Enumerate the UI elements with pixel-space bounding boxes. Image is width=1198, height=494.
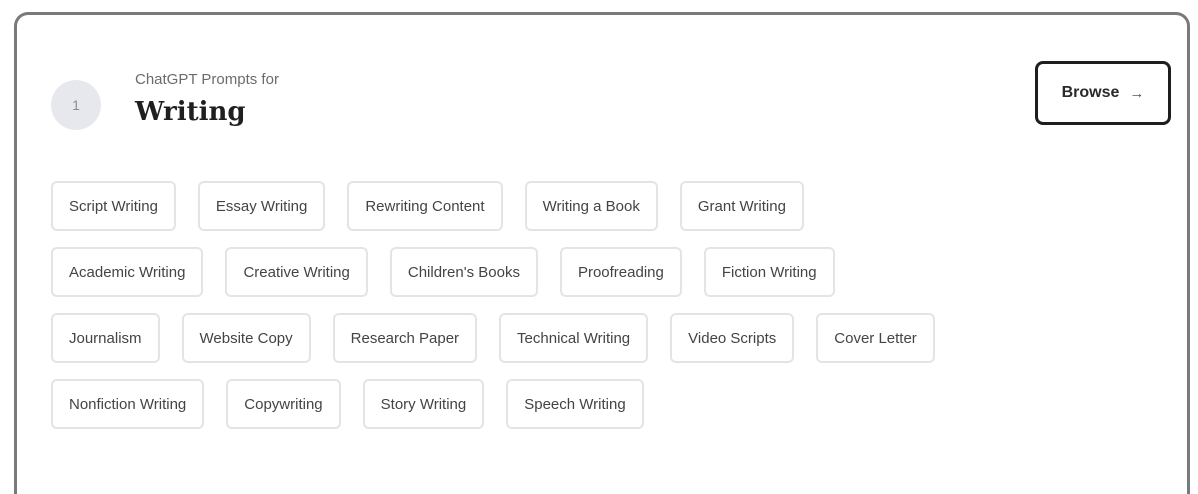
- chip-nonfiction-writing[interactable]: Nonfiction Writing: [51, 379, 205, 429]
- badge-number: 1: [72, 97, 80, 113]
- chip-script-writing[interactable]: Script Writing: [51, 181, 176, 231]
- chip-technical-writing[interactable]: Technical Writing: [499, 313, 649, 363]
- card-subtitle: ChatGPT Prompts for: [135, 71, 279, 88]
- card-header: 1 ChatGPT Prompts for Writing Browse →: [17, 15, 1187, 165]
- chip-row-2: Academic Writing Creative Writing Childr…: [51, 247, 1171, 297]
- chip-row-1: Script Writing Essay Writing Rewriting C…: [51, 181, 1171, 231]
- chip-grant-writing[interactable]: Grant Writing: [679, 181, 804, 231]
- chip-copywriting[interactable]: Copywriting: [226, 379, 341, 429]
- arrow-right-icon: →: [1129, 84, 1145, 102]
- browse-button-label: Browse: [1061, 84, 1120, 101]
- chip-cover-letter[interactable]: Cover Letter: [816, 313, 935, 363]
- chip-academic-writing[interactable]: Academic Writing: [51, 247, 204, 297]
- prompt-chip-list: Script Writing Essay Writing Rewriting C…: [51, 181, 1171, 445]
- chip-speech-writing[interactable]: Speech Writing: [506, 379, 644, 429]
- chip-creative-writing[interactable]: Creative Writing: [225, 247, 368, 297]
- chip-video-scripts[interactable]: Video Scripts: [670, 313, 795, 363]
- chip-website-copy[interactable]: Website Copy: [181, 313, 311, 363]
- chip-story-writing[interactable]: Story Writing: [362, 379, 485, 429]
- browse-button[interactable]: Browse →: [1035, 61, 1171, 125]
- chip-row-3: Journalism Website Copy Research Paper T…: [51, 313, 1171, 363]
- chip-fiction-writing[interactable]: Fiction Writing: [703, 247, 835, 297]
- card-title: Writing: [135, 97, 246, 127]
- chip-proofreading[interactable]: Proofreading: [559, 247, 682, 297]
- chip-writing-a-book[interactable]: Writing a Book: [524, 181, 658, 231]
- chip-journalism[interactable]: Journalism: [51, 313, 160, 363]
- chip-essay-writing[interactable]: Essay Writing: [197, 181, 326, 231]
- chip-row-4: Nonfiction Writing Copywriting Story Wri…: [51, 379, 1171, 429]
- chip-research-paper[interactable]: Research Paper: [332, 313, 478, 363]
- chip-rewriting-content[interactable]: Rewriting Content: [347, 181, 503, 231]
- chip-childrens-books[interactable]: Children's Books: [389, 247, 538, 297]
- category-card: 1 ChatGPT Prompts for Writing Browse → S…: [14, 12, 1190, 494]
- category-number-badge: 1: [51, 80, 101, 130]
